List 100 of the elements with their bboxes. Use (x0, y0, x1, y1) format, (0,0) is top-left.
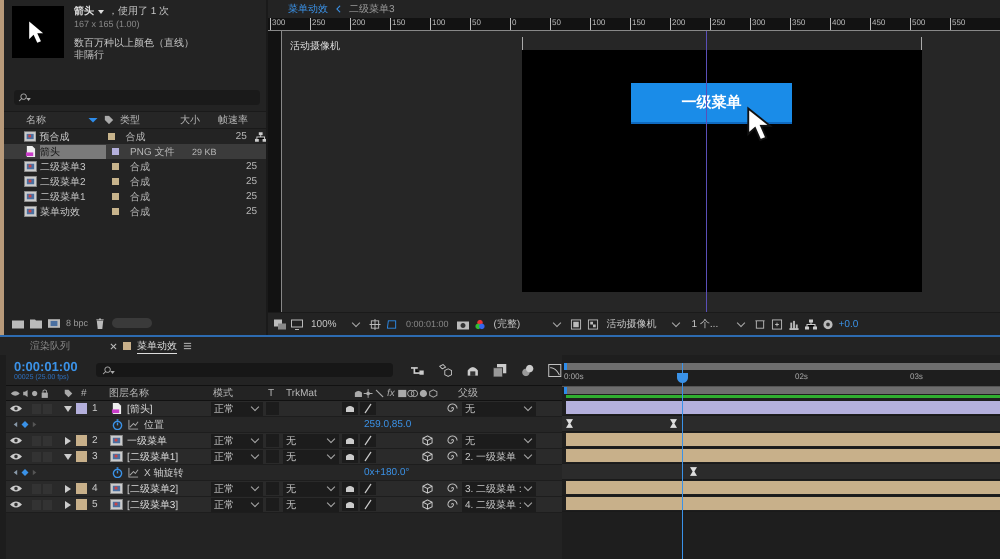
flowchart-icon[interactable] (254, 132, 266, 142)
collapse-arrow-icon[interactable] (64, 452, 72, 460)
label-color-swatch[interactable] (112, 193, 119, 200)
views-layout-dropdown[interactable]: 1 个... (688, 317, 749, 331)
collapse-arrow-icon[interactable] (64, 404, 72, 412)
preview-icon[interactable] (274, 318, 286, 330)
eye-icon[interactable] (10, 437, 22, 444)
graph-icon[interactable] (128, 419, 139, 430)
expand-arrow-icon[interactable] (64, 436, 72, 444)
panel-tab[interactable]: 渲染队列 (30, 339, 70, 353)
parent-dropdown[interactable]: 3. 二级菜单 : (462, 482, 536, 496)
trash-icon[interactable] (94, 318, 106, 328)
dropdown-icon[interactable] (98, 10, 104, 14)
toggle-view-icon[interactable] (754, 318, 766, 330)
collapse-transform-icon[interactable] (342, 402, 358, 415)
eye-icon[interactable] (10, 453, 22, 460)
camera-icon[interactable] (456, 318, 469, 330)
keyframe-navigator-icon[interactable] (12, 468, 38, 477)
search-field[interactable] (96, 363, 393, 377)
collapse-transform-icon[interactable] (342, 434, 358, 447)
draft-3d-icon[interactable] (438, 364, 452, 376)
blend-mode-dropdown[interactable]: 正常 (211, 482, 263, 496)
eye-icon[interactable] (10, 405, 22, 412)
composition-tab[interactable]: 菜单动效 (288, 2, 328, 16)
flowchart-icon[interactable] (804, 318, 817, 330)
cube-icon[interactable] (422, 483, 433, 494)
graph-icon[interactable] (128, 467, 139, 478)
parent-dropdown[interactable]: 无 (462, 434, 536, 448)
layer-row[interactable]: 5 [二级菜单3] 正常 无 4. 二级菜单 : (6, 497, 562, 513)
column-header[interactable]: TrkMat (286, 388, 354, 398)
channel-icon[interactable] (474, 318, 486, 330)
track-matte-dropdown[interactable]: 无 (283, 450, 339, 464)
project-item[interactable]: 二级菜单2 合成 25 (4, 174, 266, 189)
motion-blur-icon[interactable] (520, 364, 534, 376)
expand-arrow-icon[interactable] (64, 500, 72, 508)
menu-icon[interactable] (183, 342, 192, 350)
current-time[interactable]: 0:00:01:00 (403, 319, 452, 329)
search-field[interactable] (14, 90, 260, 105)
spiral-icon[interactable] (447, 403, 458, 414)
spiral-icon[interactable] (447, 499, 458, 510)
project-item[interactable]: 二级菜单1 合成 25 (4, 189, 266, 204)
label-color-swatch[interactable] (112, 148, 119, 155)
keyframe-icon[interactable] (566, 419, 573, 428)
cube-icon[interactable] (422, 435, 433, 446)
layer-row[interactable]: 2 一级菜单 正常 无 无 (6, 433, 562, 449)
bar-graph-icon[interactable] (788, 318, 800, 330)
interpret-footage-icon[interactable] (12, 318, 24, 328)
composition-tab[interactable]: 二级菜单3 (349, 2, 395, 16)
stopwatch-icon[interactable] (112, 467, 123, 478)
layer-name[interactable]: [箭头] (127, 402, 211, 416)
transparency-grid-icon[interactable] (586, 318, 599, 330)
crosshair-icon[interactable] (369, 318, 381, 330)
slash-icon[interactable] (360, 450, 376, 463)
collapse-transform-icon[interactable] (342, 498, 358, 511)
stopwatch-icon[interactable] (112, 419, 123, 430)
mask-icon[interactable] (386, 318, 398, 330)
zoom-dropdown[interactable]: 100% (308, 317, 364, 331)
cube-icon[interactable] (422, 451, 433, 462)
spiral-icon[interactable] (447, 435, 458, 446)
monitor-icon[interactable] (291, 318, 303, 330)
layer-row[interactable]: 4 [二级菜单2] 正常 无 3. 二级菜单 : (6, 481, 562, 497)
spiral-icon[interactable] (447, 483, 458, 494)
project-item[interactable]: 二级菜单3 合成 25 (4, 159, 266, 174)
column-header[interactable]: 图层名称 (101, 386, 213, 400)
column-header[interactable]: T (268, 388, 286, 398)
blend-mode-dropdown[interactable]: 正常 (211, 450, 263, 464)
keyframe-navigator-icon[interactable] (12, 420, 38, 429)
region-icon[interactable] (570, 318, 582, 330)
current-time-display[interactable]: 0:00:01:00 (14, 359, 84, 374)
layer-name[interactable]: [二级菜单2] (127, 482, 211, 496)
label-color-swatch[interactable] (76, 499, 87, 510)
track-matte-dropdown[interactable]: 无 (283, 482, 339, 496)
collapse-transform-icon[interactable] (342, 450, 358, 463)
color-depth-button[interactable]: 8 bpc (66, 318, 88, 328)
slash-icon[interactable] (360, 482, 376, 495)
close-icon[interactable] (110, 342, 117, 350)
column-header[interactable]: 帧速率 (218, 113, 258, 127)
layer-name[interactable]: [二级菜单1] (127, 450, 211, 464)
label-color-swatch[interactable] (76, 451, 87, 462)
label-color-swatch[interactable] (76, 403, 87, 414)
collapse-transform-icon[interactable] (342, 482, 358, 495)
property-value[interactable]: 259.0,85.0 (364, 419, 412, 430)
column-header[interactable]: 名称 (26, 113, 88, 127)
keyframe-icon[interactable] (690, 467, 697, 476)
label-color-swatch[interactable] (112, 178, 119, 185)
slash-icon[interactable] (360, 498, 376, 511)
parent-dropdown[interactable]: 2. 一级菜单 (462, 450, 536, 464)
label-tag-icon[interactable] (64, 388, 73, 398)
footage-name[interactable]: 箭头 (74, 6, 94, 18)
panel-tab[interactable]: 菜单动效 (137, 338, 177, 354)
project-item[interactable]: 预合成 合成 25 (4, 129, 266, 144)
blend-mode-dropdown[interactable]: 正常 (211, 498, 263, 512)
cube-icon[interactable] (422, 499, 433, 510)
label-color-swatch[interactable] (112, 163, 119, 170)
folder-icon[interactable] (30, 318, 42, 328)
eye-icon[interactable] (10, 501, 22, 508)
eye-icon[interactable] (10, 485, 22, 492)
track-matte-dropdown[interactable]: 无 (283, 498, 339, 512)
property-value[interactable]: 0x+180.0° (364, 467, 410, 478)
resolution-dropdown[interactable]: (完整) (490, 317, 565, 331)
